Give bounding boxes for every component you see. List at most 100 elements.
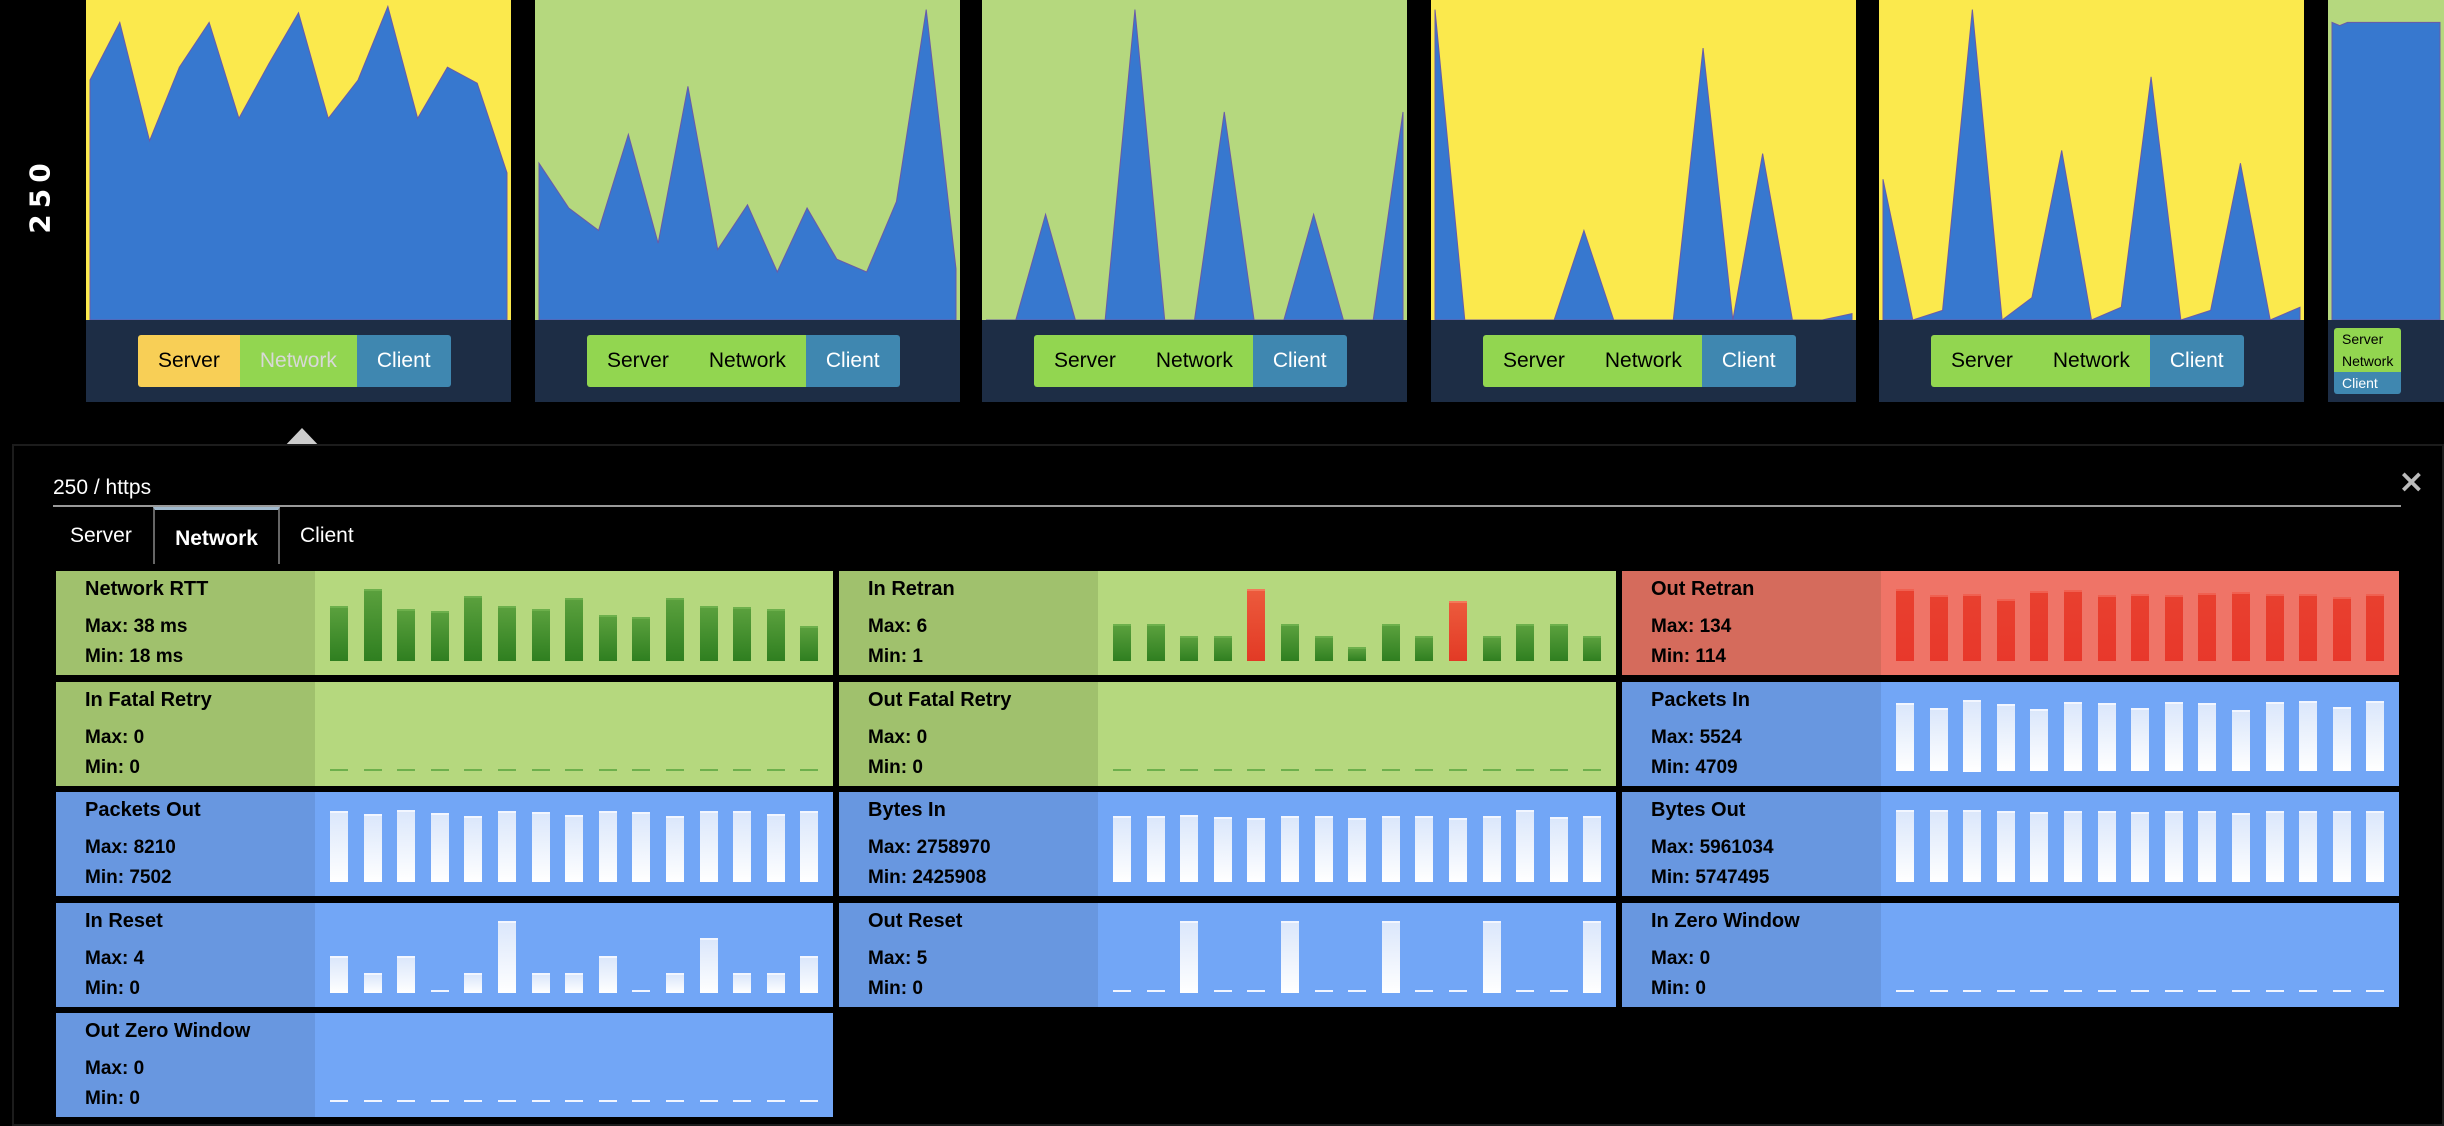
server-button[interactable]: Server <box>2334 328 2402 350</box>
overview-panel[interactable]: Server Network Client <box>1431 0 1856 402</box>
client-button[interactable]: Client <box>805 335 900 387</box>
client-button[interactable]: Client <box>2149 335 2244 387</box>
metric-title: Packets In <box>1651 688 1750 711</box>
server-button[interactable]: Server <box>587 335 689 387</box>
network-button[interactable]: Network <box>1135 335 1253 387</box>
metric-bar <box>363 814 382 882</box>
server-button[interactable]: Server <box>1034 335 1136 387</box>
metric-bar <box>800 1100 819 1102</box>
metric-bar <box>666 768 684 771</box>
metric-bar <box>2299 593 2318 661</box>
metric-bar <box>766 1100 785 1102</box>
overview-panel[interactable]: Server Network Client <box>1879 0 2304 402</box>
panel-footer: Server Network Client <box>1879 320 2304 402</box>
metric-min: Min: 7502 <box>85 867 172 888</box>
server-button[interactable]: Server <box>138 335 240 387</box>
client-button[interactable]: Client <box>1701 335 1796 387</box>
metric-bar <box>1314 635 1333 661</box>
network-button[interactable]: Network <box>239 335 357 387</box>
tab-client[interactable]: Client <box>300 507 354 564</box>
metric-bar <box>2097 989 2116 992</box>
metric-bar <box>565 768 584 771</box>
metric-label-area: Packets In Max: 5524 Min: 4709 <box>1622 681 1881 786</box>
metric-bar <box>330 768 348 771</box>
metric-bar <box>699 605 718 661</box>
metric-bar <box>598 1100 617 1102</box>
server-button[interactable]: Server <box>1483 335 1585 387</box>
metric-bar <box>2097 702 2116 772</box>
metric-bar <box>1516 989 1535 992</box>
metric-bar <box>1113 768 1131 771</box>
network-button[interactable]: Network <box>1584 335 1702 387</box>
panel-footer: Server Network Client <box>86 320 511 402</box>
metric-bar <box>531 973 550 993</box>
layer-button-group: Server Network Client <box>1931 335 2244 387</box>
network-button[interactable]: Network <box>688 335 806 387</box>
metric-bar <box>1113 815 1131 882</box>
metric-bar <box>1281 624 1299 661</box>
client-button[interactable]: Client <box>1252 335 1347 387</box>
metric-bar <box>1449 818 1467 882</box>
metric-bar <box>1348 989 1367 992</box>
overview-panel[interactable]: Server Network Client <box>2328 0 2444 402</box>
overview-panel[interactable]: Server Network Client <box>535 0 960 402</box>
metric-bar <box>464 815 483 882</box>
metric-max: Max: 6 <box>868 616 928 637</box>
client-button[interactable]: Client <box>356 335 451 387</box>
metric-bar <box>2265 701 2284 772</box>
title-divider <box>53 505 2401 507</box>
metric-title: Bytes In <box>868 799 946 821</box>
metric-cell: Out Reset Max: 5 Min: 0 <box>839 902 1616 1007</box>
metric-bar <box>2232 989 2250 992</box>
metric-min: Min: 0 <box>868 977 923 999</box>
panel-footer: Server Network Client <box>535 320 960 402</box>
network-button[interactable]: Network <box>2032 335 2150 387</box>
overview-panel[interactable]: Server Network Client <box>86 0 511 402</box>
metric-bar <box>1348 818 1367 882</box>
metric-bar <box>2265 989 2284 992</box>
metric-bar <box>2131 811 2150 882</box>
metric-bar <box>1929 989 1948 992</box>
area-chart <box>1879 0 2304 321</box>
metric-bar <box>632 1100 651 1102</box>
metric-bar-chart <box>315 571 833 675</box>
metric-label-area: Out Retran Max: 134 Min: 114 <box>1622 571 1881 675</box>
metric-bar <box>800 810 819 882</box>
metric-bar <box>464 596 483 661</box>
metric-bar <box>2366 593 2385 661</box>
tab-server[interactable]: Server <box>70 507 132 564</box>
metric-bar <box>1381 815 1400 882</box>
metric-bar <box>363 589 382 661</box>
detail-title: 250 / https <box>53 476 152 499</box>
metric-bar <box>2064 989 2082 992</box>
metric-bar <box>2299 700 2318 772</box>
network-button[interactable]: Network <box>2334 350 2402 372</box>
client-button[interactable]: Client <box>2334 372 2402 394</box>
metric-max: Max: 38 ms <box>85 616 188 637</box>
metric-bar <box>666 598 684 661</box>
close-icon[interactable]: × <box>2398 462 2425 500</box>
metric-bar <box>397 955 416 993</box>
metric-bar <box>2164 701 2183 772</box>
metric-min: Min: 0 <box>85 977 140 999</box>
metric-max: Max: 5524 <box>1651 726 1742 748</box>
metric-bar <box>397 1100 416 1102</box>
area-chart-svg <box>538 9 957 321</box>
metric-cell: Bytes Out Max: 5961034 Min: 5747495 <box>1622 792 2399 896</box>
overview-panel[interactable]: Server Network Client <box>982 0 1407 402</box>
metric-bar <box>2131 989 2150 992</box>
metric-bar <box>430 989 449 992</box>
metric-cell: In Retran Max: 6 Min: 1 <box>839 571 1616 675</box>
metric-bar <box>2131 593 2150 661</box>
metric-title: Bytes Out <box>1651 799 1746 821</box>
metric-cell: In Fatal Retry Max: 0 Min: 0 <box>56 681 833 786</box>
tab-network[interactable]: Network <box>153 507 280 564</box>
area-chart-svg <box>2331 21 2441 321</box>
metric-bar <box>330 605 348 661</box>
metric-bar-chart <box>1881 792 2399 896</box>
server-button[interactable]: Server <box>1931 335 2033 387</box>
metric-bar <box>2299 989 2318 992</box>
metric-bar-chart <box>1881 571 2399 675</box>
metric-bar <box>1583 768 1602 771</box>
metric-bar <box>2064 589 2082 661</box>
